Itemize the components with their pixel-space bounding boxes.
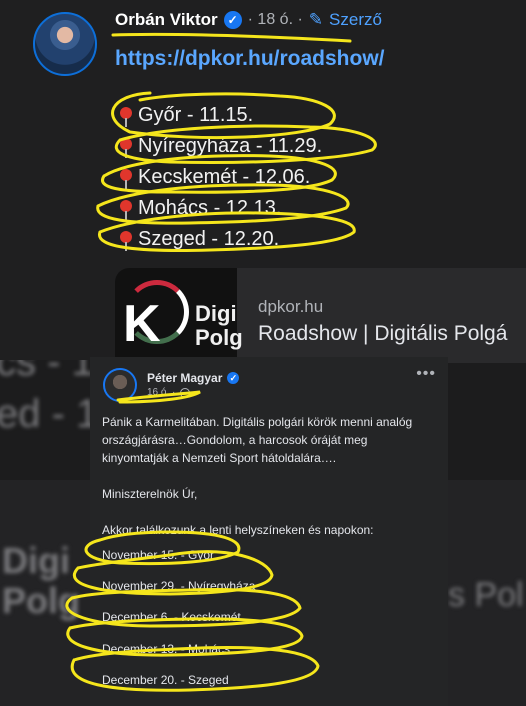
ghost-text-2: ed - 1 <box>0 392 99 436</box>
globe-icon <box>180 387 191 398</box>
pushpin-icon <box>118 198 134 220</box>
pushpin-icon <box>118 229 134 251</box>
post-intro: Akkor találkozunk a lenti helyszíneken é… <box>102 523 374 537</box>
list-item: Kecskemét - 12.06. <box>118 162 322 193</box>
post-meta: 16 ó. · <box>147 387 191 398</box>
post-header: Orbán Viktor ✓ · 18 ó. · ✎ Szerző <box>115 10 382 30</box>
list-item: Szeged - 12.20. <box>118 224 322 255</box>
post-paragraph: Pánik a Karmelitában. Digitális polgári … <box>102 415 413 465</box>
more-options-button[interactable]: ••• <box>416 365 436 383</box>
list-item: November 15. - Győr <box>102 547 215 562</box>
link-preview-card[interactable]: K Digi Polg dpkor.hu Roadshow | Digitáli… <box>115 268 526 363</box>
author-name[interactable]: Orbán Viktor <box>115 10 218 30</box>
post-link[interactable]: https://dpkor.hu/roadshow/ <box>115 47 385 71</box>
ghost-card-text-2: Polg <box>2 580 80 621</box>
list-item: Győr - 11.15. <box>118 100 322 131</box>
pushpin-icon <box>118 136 134 158</box>
pencil-icon: ✎ <box>308 10 324 29</box>
list-item: Mohács - 12.13. <box>118 193 322 224</box>
post-orban: Orbán Viktor ✓ · 18 ó. · ✎ Szerző https:… <box>0 0 526 363</box>
logo-letter: K <box>123 295 161 353</box>
logo-text: Digi Polg <box>195 301 243 350</box>
post-body: Pánik a Karmelitában. Digitális polgári … <box>102 413 432 539</box>
link-domain: dpkor.hu <box>258 297 324 316</box>
post-header: Péter Magyar ✓ <box>147 371 240 385</box>
schedule-list: Győr - 11.15. Nyíregyháza - 11.29. Kecsk… <box>118 100 322 255</box>
pushpin-icon <box>118 167 134 189</box>
author-name[interactable]: Péter Magyar <box>147 371 222 385</box>
dates-list: November 15. - Győr November 29. - Nyíre… <box>102 539 255 696</box>
post-salutation: Miniszterelnök Úr, <box>102 487 198 501</box>
author-badge: Szerző <box>329 10 382 29</box>
list-item: Nyíregyháza - 11.29. <box>118 131 322 162</box>
ghost-card-text-1: Digi <box>2 540 70 581</box>
avatar[interactable] <box>33 12 97 76</box>
avatar[interactable] <box>103 368 137 402</box>
post-magyar: Péter Magyar ✓ 16 ó. · ••• Pánik a Karme… <box>90 357 448 706</box>
list-item: December 13. - Mohács <box>102 641 231 656</box>
list-item: December 20. - Szeged <box>102 673 229 688</box>
link-title: Roadshow | Digitális Polgá <box>258 322 508 345</box>
pushpin-icon <box>118 105 134 127</box>
list-item: December 6. - Kecskemét <box>102 610 241 625</box>
verified-badge-icon: ✓ <box>223 11 242 29</box>
post-age[interactable]: 16 ó. · <box>147 387 175 398</box>
link-preview-thumbnail: K Digi Polg <box>115 268 243 363</box>
list-item: November 29. - Nyíregyháza <box>102 579 256 594</box>
ghost-card-text-3: s Pol <box>448 576 524 614</box>
verified-badge-icon: ✓ <box>227 372 240 384</box>
post-age[interactable]: · 18 ó. · <box>248 11 303 29</box>
